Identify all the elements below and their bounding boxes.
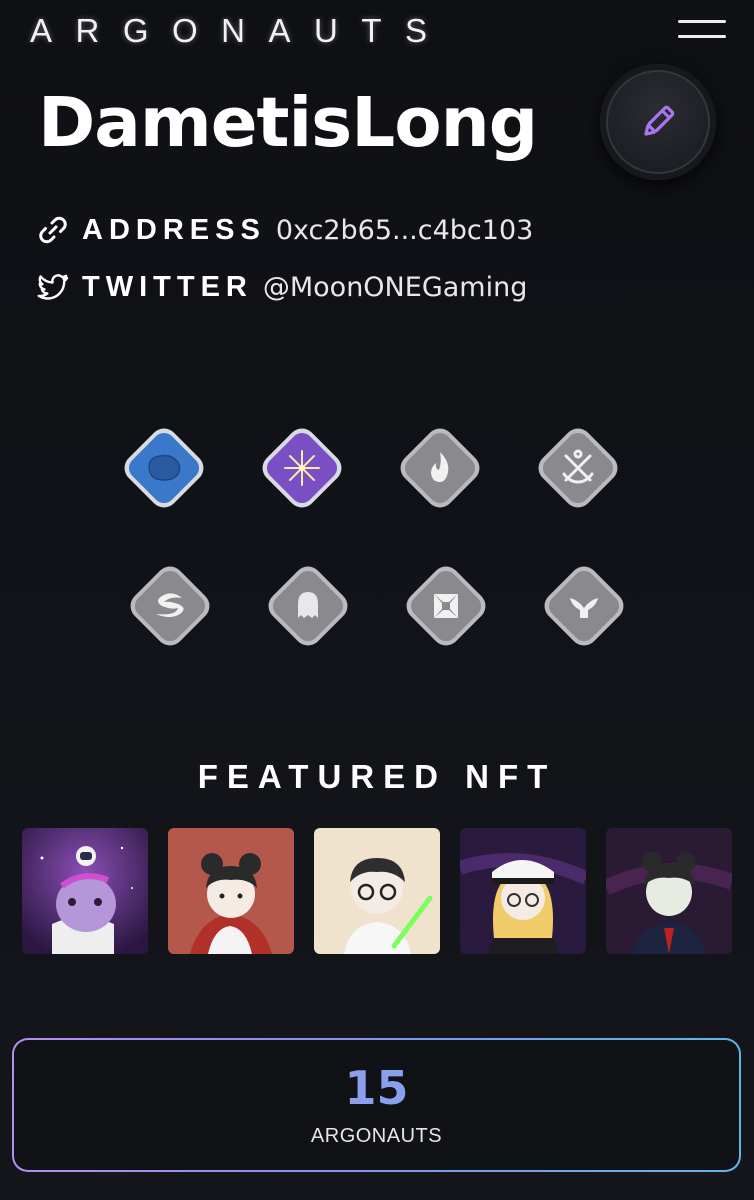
twitter-handle[interactable]: @MoonONEGaming (263, 272, 527, 303)
argonauts-count: 15 (14, 1060, 739, 1116)
badge-star-burst[interactable] (252, 418, 352, 518)
stat-card-inner: 15 ARGONAUTS (14, 1040, 739, 1170)
badge-swirl[interactable] (120, 556, 220, 656)
argonauts-count-card[interactable]: 15 ARGONAUTS (12, 1038, 741, 1172)
badge-whale-tail[interactable] (534, 556, 634, 656)
pencil-icon (644, 105, 675, 136)
badge-flame[interactable] (390, 418, 490, 518)
wallet-address[interactable]: 0xc2b65...c4bc103 (276, 215, 534, 246)
twitter-bird-icon (37, 274, 69, 300)
badge-anchors[interactable] (528, 418, 628, 518)
twitter-label: TWITTER (82, 270, 253, 303)
address-label: ADDRESS (82, 213, 266, 246)
address-row: ADDRESS 0xc2b65...c4bc103 (36, 210, 533, 250)
nft-astronaut-argonaut[interactable] (22, 828, 148, 954)
badge-ghost[interactable] (258, 556, 358, 656)
badge-iron-cross[interactable] (396, 556, 496, 656)
nft-captain-hat-blonde[interactable] (460, 828, 586, 954)
edit-profile-button[interactable] (600, 64, 716, 180)
menu-icon[interactable] (678, 19, 726, 41)
nft-bun-hair-red-cape[interactable] (168, 828, 294, 954)
nft-suit-bun-hair[interactable] (606, 828, 732, 954)
star-burst-icon (284, 450, 320, 486)
link-icon (39, 216, 67, 244)
badge-argonaut-head[interactable] (114, 418, 214, 518)
top-header: ARGONAUTS (0, 0, 754, 60)
argonauts-label: ARGONAUTS (310, 1125, 443, 1147)
nft-glasses-lightsaber[interactable] (314, 828, 440, 954)
argonaut-head-icon (148, 454, 181, 481)
twitter-row: TWITTER @MoonONEGaming (36, 267, 527, 307)
argonauts-logo[interactable]: ARGONAUTS (30, 12, 451, 50)
profile-username: DametisLong (38, 83, 538, 163)
ghost-icon (298, 592, 318, 618)
featured-nft-title: FEATURED NFT (197, 758, 557, 795)
